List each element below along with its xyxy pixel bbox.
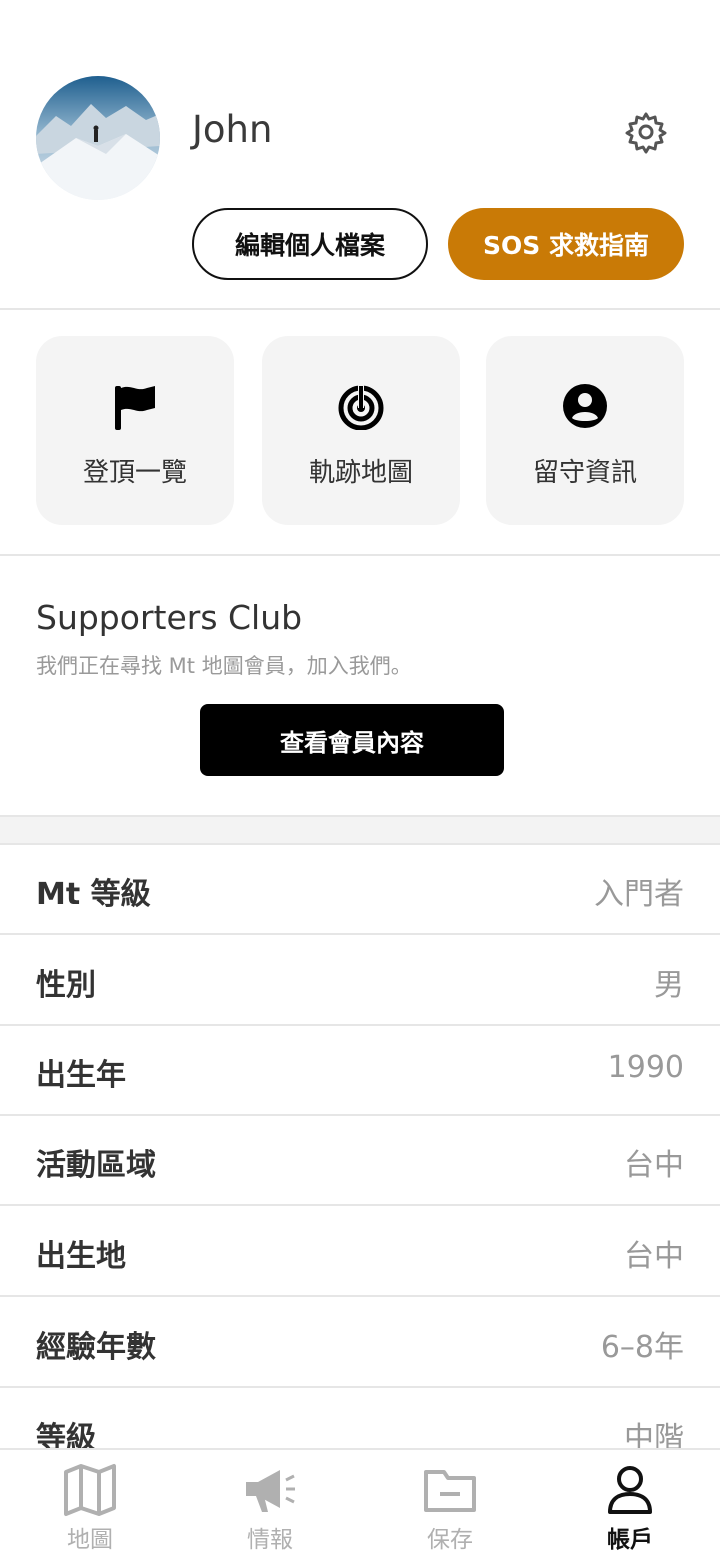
nav-item-saved[interactable]: 保存 — [360, 1450, 540, 1560]
info-row-gender[interactable]: 性別 男 — [0, 936, 720, 1026]
nav-label: 地圖 — [67, 1527, 113, 1553]
track-target-icon — [337, 382, 385, 431]
folder-icon — [422, 1462, 478, 1518]
nav-item-map[interactable]: 地圖 — [0, 1450, 180, 1560]
nav-label: 帳戶 — [607, 1527, 653, 1553]
info-row-experience-years[interactable]: 經驗年數 6–8年 — [0, 1298, 720, 1388]
tile-summit-list[interactable]: 登頂一覽 — [36, 336, 234, 525]
nav-label: 情報 — [247, 1527, 293, 1553]
map-icon — [62, 1462, 118, 1518]
row-value: 6–8年 — [600, 1330, 684, 1365]
person-circle-icon — [561, 382, 609, 430]
tile-label: 留守資訊 — [532, 458, 637, 488]
row-label: 性別 — [36, 968, 96, 1003]
row-value: 台中 — [624, 1239, 684, 1274]
flag-icon — [111, 382, 159, 430]
tile-track-map[interactable]: 軌跡地圖 — [262, 336, 460, 525]
info-row-birth-year[interactable]: 出生年 1990 — [0, 1026, 720, 1116]
row-label: 出生地 — [36, 1239, 126, 1274]
view-membership-button[interactable]: 查看會員內容 — [200, 704, 504, 776]
supporters-title: Supporters Club — [36, 598, 303, 637]
row-label: Mt 等級 — [36, 877, 151, 912]
nav-item-info[interactable]: 情報 — [180, 1450, 360, 1560]
row-value: 男 — [654, 968, 684, 1003]
edit-profile-button[interactable]: 編輯個人檔案 — [192, 208, 428, 280]
account-icon — [602, 1462, 658, 1518]
row-label: 活動區域 — [36, 1148, 156, 1183]
row-label: 經驗年數 — [36, 1330, 156, 1365]
info-row-birthplace[interactable]: 出生地 台中 — [0, 1207, 720, 1297]
tile-label: 軌跡地圖 — [308, 458, 413, 488]
info-row-activity-area[interactable]: 活動區域 台中 — [0, 1116, 720, 1206]
username: John — [192, 108, 273, 151]
megaphone-icon — [242, 1462, 298, 1518]
bottom-nav: 地圖 情報 保存 帳戶 — [0, 1448, 720, 1560]
nav-label: 保存 — [427, 1527, 473, 1553]
gear-icon[interactable] — [622, 108, 670, 156]
supporters-subtitle: 我們正在尋找 Mt 地圖會員，加入我們。 — [36, 654, 412, 678]
info-row-mt-level[interactable]: Mt 等級 入門者 — [0, 845, 720, 935]
avatar[interactable] — [36, 76, 160, 200]
sos-guide-button[interactable]: SOS 求救指南 — [448, 208, 684, 280]
row-value: 1990 — [607, 1050, 684, 1085]
nav-item-account[interactable]: 帳戶 — [540, 1450, 720, 1560]
divider — [0, 554, 720, 556]
section-separator — [0, 815, 720, 845]
tile-label: 登頂一覽 — [82, 458, 187, 488]
tile-standby-info[interactable]: 留守資訊 — [486, 336, 684, 525]
row-value: 入門者 — [594, 877, 684, 912]
row-label: 出生年 — [36, 1058, 126, 1093]
row-value: 台中 — [624, 1148, 684, 1183]
divider — [0, 308, 720, 310]
